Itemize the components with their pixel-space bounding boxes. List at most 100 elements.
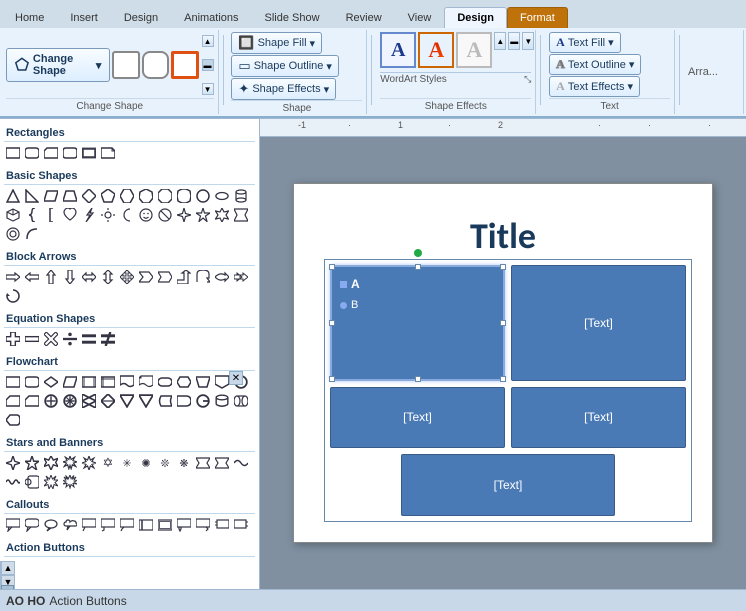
fc-terminator[interactable]	[156, 373, 174, 391]
fc-collate[interactable]	[80, 392, 98, 410]
callout-cloud[interactable]	[61, 516, 79, 534]
callout-3[interactable]	[175, 516, 193, 534]
star-24pt[interactable]: ❊	[156, 454, 174, 472]
ab-home[interactable]	[80, 559, 98, 561]
tab-design2[interactable]: Design	[444, 7, 507, 28]
bs-circle[interactable]	[194, 187, 212, 205]
star-8pt[interactable]	[80, 454, 98, 472]
bs-lightning[interactable]	[80, 206, 98, 224]
bs-bracket[interactable]	[42, 206, 60, 224]
bs-diamond[interactable]	[80, 187, 98, 205]
fc-or-jct[interactable]	[61, 392, 79, 410]
wordart-expand[interactable]: ▬	[508, 32, 520, 50]
handle-ml[interactable]	[329, 320, 335, 326]
wordart-scroll-down[interactable]: ▼	[522, 32, 534, 50]
shape-fill-button[interactable]: 🔲 Shape Fill ▾	[231, 32, 322, 54]
explosion1[interactable]	[42, 473, 60, 491]
scrollbar-thumb[interactable]	[1, 585, 14, 589]
slide[interactable]: Title	[293, 183, 713, 543]
ab-custom[interactable]	[232, 559, 250, 561]
shape-scroll-down[interactable]: ▼	[202, 83, 214, 95]
callout-4[interactable]	[194, 516, 212, 534]
tab-view[interactable]: View	[395, 7, 445, 28]
fc-display[interactable]	[4, 411, 22, 429]
ba-down[interactable]	[61, 268, 79, 286]
bs-cylinder[interactable]	[232, 187, 250, 205]
ba-bent[interactable]	[175, 268, 193, 286]
shape-scroll-mid[interactable]: ▬	[202, 59, 214, 71]
bs-pentagon[interactable]	[99, 187, 117, 205]
fc-magnetic-disk[interactable]	[213, 392, 231, 410]
handle-br[interactable]	[500, 376, 506, 382]
bs-smiley[interactable]	[137, 206, 155, 224]
wordart-sample-3[interactable]: A	[456, 32, 492, 68]
ab-help[interactable]	[194, 559, 212, 561]
fc-document[interactable]	[118, 373, 136, 391]
bs-ring[interactable]	[4, 225, 22, 243]
ba-curved[interactable]	[213, 268, 231, 286]
fc-merge[interactable]	[137, 392, 155, 410]
handle-bl[interactable]	[329, 376, 335, 382]
shape-scroll-up[interactable]: ▲	[202, 35, 214, 47]
callout-2-line[interactable]	[118, 516, 136, 534]
eq-multiply[interactable]	[42, 330, 60, 348]
handle-tr[interactable]	[500, 264, 506, 270]
rect-shape[interactable]	[4, 144, 22, 162]
smartart-box-4[interactable]: [Text]	[511, 387, 686, 449]
text-outline-button[interactable]: A Text Outline ▾	[549, 54, 641, 75]
bs-star6[interactable]	[213, 206, 231, 224]
handle-bm[interactable]	[415, 376, 421, 382]
eq-plus[interactable]	[4, 330, 22, 348]
wordart-sample-2[interactable]: A	[418, 32, 454, 68]
ribbon-down[interactable]	[213, 454, 231, 472]
bs-triangle[interactable]	[4, 187, 22, 205]
text-fill-button[interactable]: A Text Fill ▾	[549, 32, 620, 53]
bs-no-symbol[interactable]	[156, 206, 174, 224]
smartart-box-1[interactable]: A B	[330, 265, 505, 381]
bs-trapezoid[interactable]	[61, 187, 79, 205]
ba-lr[interactable]	[80, 268, 98, 286]
tab-insert[interactable]: Insert	[57, 7, 111, 28]
tab-format[interactable]: Format	[507, 7, 568, 28]
bs-hexagon[interactable]	[118, 187, 136, 205]
ba-striped[interactable]	[232, 268, 250, 286]
bs-heart[interactable]	[61, 206, 79, 224]
change-shape-button[interactable]: ⬠ Change Shape ▾	[6, 48, 110, 82]
panel-close-button[interactable]: ✕	[229, 371, 243, 385]
tab-animations[interactable]: Animations	[171, 7, 251, 28]
fc-decision[interactable]	[42, 373, 60, 391]
callout-dc2[interactable]	[232, 516, 250, 534]
star-10pt[interactable]: ✡	[99, 454, 117, 472]
bs-moon[interactable]	[118, 206, 136, 224]
tab-slideshow[interactable]: Slide Show	[252, 7, 333, 28]
text-effects-button[interactable]: A Text Effects ▾	[549, 76, 640, 97]
bs-star4[interactable]	[175, 206, 193, 224]
double-wave[interactable]	[4, 473, 22, 491]
fc-data[interactable]	[61, 373, 79, 391]
ab-blank[interactable]	[213, 559, 231, 561]
bs-oval[interactable]	[213, 187, 231, 205]
wordart-scroll-up[interactable]: ▲	[494, 32, 506, 50]
callout-line[interactable]	[80, 516, 98, 534]
fc-alt-process[interactable]	[23, 373, 41, 391]
bs-star5[interactable]	[194, 206, 212, 224]
handle-tl[interactable]	[329, 264, 335, 270]
ba-notched[interactable]	[156, 268, 174, 286]
wave-shape[interactable]	[232, 454, 250, 472]
eq-equal[interactable]	[80, 330, 98, 348]
bs-octagon[interactable]	[156, 187, 174, 205]
fc-internal[interactable]	[99, 373, 117, 391]
fold-rect-shape[interactable]	[99, 144, 117, 162]
bs-rtriangle[interactable]	[23, 187, 41, 205]
fc-extract[interactable]	[118, 392, 136, 410]
bs-sun[interactable]	[99, 206, 117, 224]
callout-dc1[interactable]	[213, 516, 231, 534]
callout-rounded[interactable]	[23, 516, 41, 534]
callout-rect[interactable]	[4, 516, 22, 534]
fc-manual[interactable]	[194, 373, 212, 391]
fc-multi-doc[interactable]	[137, 373, 155, 391]
plaque-shape[interactable]	[61, 144, 79, 162]
eq-divide[interactable]	[61, 330, 79, 348]
ab-document[interactable]	[156, 559, 174, 561]
explosion2[interactable]	[61, 473, 79, 491]
